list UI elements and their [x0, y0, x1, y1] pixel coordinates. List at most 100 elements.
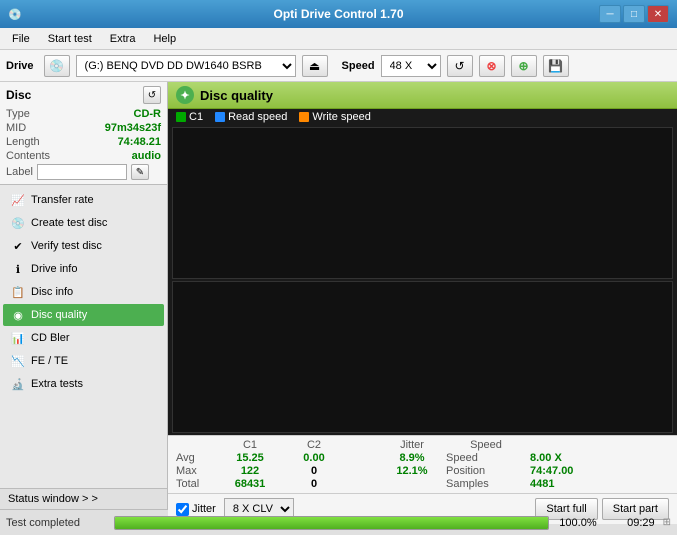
disc-header: Disc ↺ [6, 86, 161, 104]
maximize-button[interactable]: □ [623, 5, 645, 23]
speed-refresh-button[interactable]: ↺ [447, 55, 473, 77]
sidebar-item-verify-test-disc[interactable]: ✔ Verify test disc [3, 235, 164, 257]
elapsed-time: 09:29 [605, 517, 655, 529]
disc-panel-title: Disc [6, 88, 31, 102]
sidebar-item-disc-quality[interactable]: ◉ Disc quality [3, 304, 164, 326]
position-val: 74:47.00 [530, 465, 590, 477]
sidebar-item-transfer-rate[interactable]: 📈 Transfer rate [3, 189, 164, 211]
sidebar-item-drive-info[interactable]: ℹ Drive info [3, 258, 164, 280]
sidebar-item-label: Extra tests [31, 378, 83, 390]
avg-c2: 0.00 [284, 452, 344, 464]
disc-type-row: Type CD-R [6, 108, 161, 120]
sidebar-item-cd-bler[interactable]: 📊 CD Bler [3, 327, 164, 349]
total-c2: 0 [284, 478, 344, 490]
resize-grip: ⊞ [663, 517, 671, 528]
minimize-button[interactable]: ─ [599, 5, 621, 23]
progress-bar [115, 517, 548, 529]
titlebar-title: Opti Drive Control 1.70 [273, 7, 403, 21]
disc-erase-button[interactable]: ⊗ [479, 55, 505, 77]
write-speed-legend-color [299, 112, 309, 122]
length-value: 74:48.21 [118, 136, 161, 148]
create-test-disc-icon: 💿 [11, 216, 25, 230]
sidebar-item-label: Drive info [31, 263, 77, 275]
disc-refresh-button[interactable]: ↺ [143, 86, 161, 104]
progress-percentage: 100.0% [557, 517, 597, 529]
status-window-button[interactable]: Status window > > [0, 488, 167, 509]
transfer-rate-icon: 📈 [11, 193, 25, 207]
main-layout: Disc ↺ Type CD-R MID 97m34s23f Length 74… [0, 82, 677, 509]
avg-c1: 15.25 [220, 452, 280, 464]
samples-label: Samples [446, 478, 526, 490]
menu-help[interactable]: Help [145, 31, 184, 47]
drivebar: Drive 💿 (G:) BENQ DVD DD DW1640 BSRB ⏏ S… [0, 50, 677, 82]
menu-file[interactable]: File [4, 31, 38, 47]
disc-contents-row: Contents audio [6, 150, 161, 162]
label-edit-button[interactable]: ✎ [131, 164, 149, 180]
sidebar-item-fe-te[interactable]: 📉 FE / TE [3, 350, 164, 372]
speed-label: Speed [342, 60, 375, 72]
type-label: Type [6, 108, 30, 120]
max-label: Max [176, 465, 216, 477]
sidebar-item-disc-info[interactable]: 📋 Disc info [3, 281, 164, 303]
avg-jitter: 8.9% [382, 452, 442, 464]
disc-quality-header-icon: ✦ [176, 86, 194, 104]
sidebar-item-label: Disc info [31, 286, 73, 298]
read-speed-legend-label: Read speed [228, 111, 287, 123]
drive-label: Drive [6, 60, 34, 72]
menubar: File Start test Extra Help [0, 28, 677, 50]
drive-select[interactable]: (G:) BENQ DVD DD DW1640 BSRB [76, 55, 296, 77]
sidebar-item-label: Create test disc [31, 217, 107, 229]
speed-select[interactable]: 8 X 16 X 24 X 32 X 48 X Max [381, 55, 441, 77]
disc-panel: Disc ↺ Type CD-R MID 97m34s23f Length 74… [0, 82, 167, 185]
label-label: Label [6, 166, 33, 178]
app-icon: 💿 [8, 8, 22, 21]
legend-c1: C1 [176, 111, 203, 123]
write-speed-legend-label: Write speed [312, 111, 371, 123]
length-label: Length [6, 136, 40, 148]
disc-quality-icon-nav: ◉ [11, 308, 25, 322]
titlebar: 💿 Opti Drive Control 1.70 ─ □ ✕ [0, 0, 677, 28]
chart-c2-jitter [172, 281, 673, 433]
menu-extra[interactable]: Extra [102, 31, 144, 47]
stats-section: C1 C2 Jitter Speed Avg 15.25 0.00 8.9% S… [168, 435, 677, 493]
jitter-checkbox[interactable] [176, 503, 189, 516]
c2-header: C2 [284, 439, 344, 451]
total-c1: 68431 [220, 478, 280, 490]
content-area: ✦ Disc quality C1 Read speed Write speed [168, 82, 677, 509]
titlebar-left: 💿 [8, 8, 22, 21]
sidebar-item-label: Disc quality [31, 309, 87, 321]
disc-mid-row: MID 97m34s23f [6, 122, 161, 134]
c1-header: C1 [220, 439, 280, 451]
drive-info-icon: ℹ [11, 262, 25, 276]
sidebar-item-label: CD Bler [31, 332, 70, 344]
type-value: CD-R [134, 108, 162, 120]
save-button[interactable]: 💾 [543, 55, 569, 77]
menu-start-test[interactable]: Start test [40, 31, 100, 47]
legend-read-speed: Read speed [215, 111, 287, 123]
disc-length-row: Length 74:48.21 [6, 136, 161, 148]
c1-legend-color [176, 112, 186, 122]
sidebar-item-extra-tests[interactable]: 🔬 Extra tests [3, 373, 164, 395]
sidebar-item-label: Transfer rate [31, 194, 94, 206]
chart-legend: C1 Read speed Write speed [168, 109, 677, 125]
verify-test-disc-icon: ✔ [11, 239, 25, 253]
avg-label: Avg [176, 452, 216, 464]
eject-button[interactable]: ⏏ [302, 55, 328, 77]
max-c1: 122 [220, 465, 280, 477]
disc-write-button[interactable]: ⊕ [511, 55, 537, 77]
speed-static-label: Speed [446, 452, 526, 464]
close-button[interactable]: ✕ [647, 5, 669, 23]
charts-container [168, 125, 677, 435]
cd-bler-icon: 📊 [11, 331, 25, 345]
disc-quality-title: Disc quality [200, 88, 273, 103]
contents-value: audio [132, 150, 161, 162]
disc-info-icon: 📋 [11, 285, 25, 299]
c1-canvas [173, 128, 473, 278]
sidebar-item-create-test-disc[interactable]: 💿 Create test disc [3, 212, 164, 234]
titlebar-controls: ─ □ ✕ [599, 5, 669, 23]
jitter-header: Jitter [382, 439, 442, 451]
samples-val: 4481 [530, 478, 590, 490]
disc-quality-header: ✦ Disc quality [168, 82, 677, 109]
label-input[interactable] [37, 164, 127, 180]
fe-te-icon: 📉 [11, 354, 25, 368]
